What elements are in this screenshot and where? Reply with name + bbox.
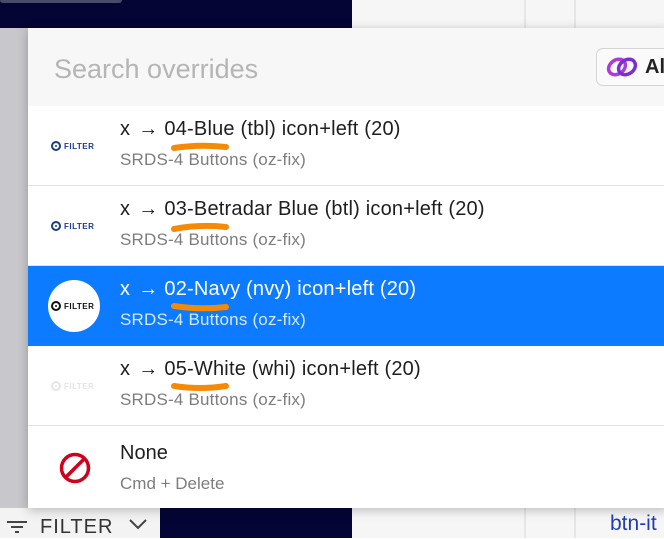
symbol-thumbnail: FILTER: [48, 200, 100, 252]
annotation-underline: [171, 222, 229, 232]
linked-library-icon: [606, 57, 638, 77]
override-title: x → 05-White (whi) icon+left (20): [120, 358, 421, 380]
filter-badge-icon: [51, 221, 61, 231]
arrow-icon: →: [138, 118, 159, 140]
override-library: SRDS-4 Buttons (oz-fix): [120, 150, 306, 169]
thumbnail-label: FILTER: [64, 381, 95, 391]
override-title: x → 03-Betradar Blue (btl) icon+left (20): [120, 198, 485, 220]
filter-badge-icon: [51, 381, 61, 391]
symbol-thumbnail: FILTER: [48, 120, 100, 172]
chevron-down-icon[interactable]: [128, 517, 148, 531]
all-libraries-button[interactable]: Al: [596, 48, 664, 86]
annotation-underline: [171, 142, 229, 151]
search-input[interactable]: [52, 50, 596, 88]
none-option-title: None: [120, 442, 168, 464]
thumbnail-label: FILTER: [64, 141, 95, 151]
annotation-underline: [171, 383, 229, 391]
thumbnail-label: FILTER: [64, 221, 95, 231]
canvas-tab-edge: [0, 0, 122, 3]
arrow-icon: →: [138, 278, 159, 300]
override-option-selected[interactable]: FILTER x → 02-Navy (nvy) icon+left (20) SR…: [28, 266, 664, 346]
arrow-icon: →: [138, 198, 159, 220]
none-option[interactable]: None Cmd + Delete: [28, 428, 664, 508]
search-header: Al: [28, 28, 664, 107]
background-layer-link[interactable]: btn-it: [610, 512, 657, 536]
filter-label[interactable]: FILTER: [40, 516, 113, 539]
symbol-thumbnail: FILTER: [48, 360, 100, 412]
none-option-shortcut: Cmd + Delete: [120, 474, 225, 493]
override-title: x → 02-Navy (nvy) icon+left (20): [120, 278, 417, 300]
override-library: SRDS-4 Buttons (oz-fix): [120, 390, 306, 409]
filter-icon: [7, 521, 27, 533]
annotation-underline: [171, 303, 229, 312]
override-picker-popup: Al FILTER x→04-Blue (tbl) icon+left (20)…: [28, 28, 664, 508]
override-title: x → 04-Blue (tbl) icon+left (20): [120, 118, 401, 140]
override-option[interactable]: FILTER x → 03-Betradar Blue (btl) icon+lef…: [28, 186, 664, 266]
symbol-thumbnail: FILTER: [48, 280, 100, 332]
all-libraries-label: Al: [645, 56, 664, 78]
filter-badge-icon: [51, 141, 61, 151]
thumbnail-label: FILTER: [64, 301, 95, 311]
override-option[interactable]: FILTER x → 05-White (whi) icon+left (20) S…: [28, 346, 664, 426]
override-option[interactable]: FILTER x → 04-Blue (tbl) icon+left (20) SR…: [28, 106, 664, 186]
override-library: SRDS-4 Buttons (oz-fix): [120, 310, 306, 329]
left-gutter: [0, 28, 28, 508]
no-entry-icon: [59, 452, 91, 484]
override-library: SRDS-4 Buttons (oz-fix): [120, 230, 306, 249]
filter-badge-icon: [51, 301, 61, 311]
arrow-icon: →: [138, 358, 159, 380]
